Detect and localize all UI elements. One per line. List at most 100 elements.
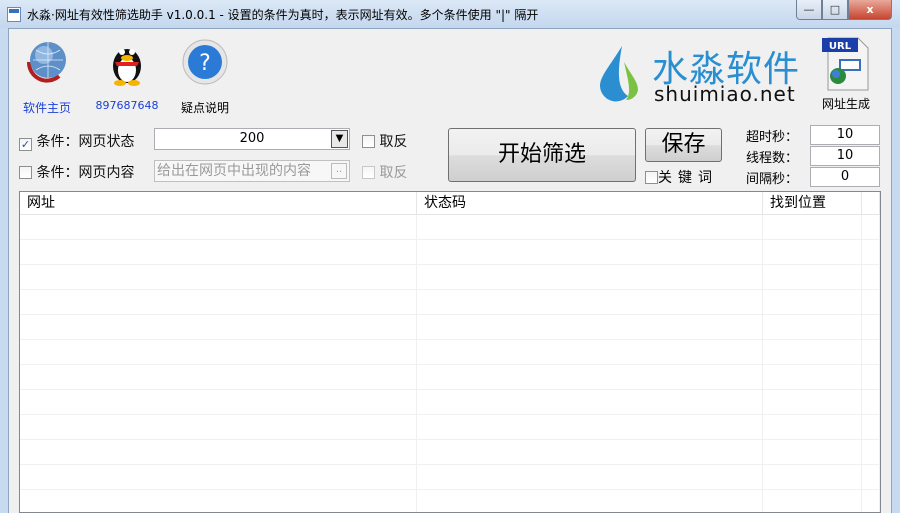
table-cell [763,215,862,239]
table-cell [20,365,417,389]
condition-status-checkbox[interactable]: ✓ 条件：网页状态 [19,131,134,151]
table-row [20,290,880,315]
url-generate-label: 网址生成 [821,97,870,111]
dropdown-arrow-icon[interactable]: ▼ [331,130,348,148]
table-cell [862,365,880,389]
table-cell [20,340,417,364]
qq-button[interactable]: 897687648 [94,38,160,112]
close-button[interactable]: x [848,0,892,20]
interval-input[interactable]: 0 [810,167,880,187]
checkbox[interactable] [362,166,375,179]
window-title: 水淼·网址有效性筛选助手 v1.0.0.1 - 设置的条件为真时，表示网址有效。… [27,8,539,22]
table-cell [417,490,763,512]
results-table[interactable]: 网址 状态码 找到位置 [19,191,881,513]
invert-label: 取反 [379,134,408,150]
content-input[interactable]: 给出在网页中出现的内容 .. [154,160,350,182]
invert-content-checkbox[interactable]: 取反 [362,162,407,182]
table-cell [763,365,862,389]
table-cell [763,290,862,314]
svg-text:URL: URL [829,41,852,52]
table-cell [417,465,763,489]
checkbox[interactable]: ✓ [19,138,32,151]
status-code-value: 200 [239,131,265,146]
help-question-icon: ? [182,39,228,85]
interval-label: 间隔秒： [746,172,799,187]
table-cell [20,465,417,489]
invert-label: 取反 [379,165,408,181]
help-label: 疑点说明 [180,101,229,115]
maximize-button[interactable]: □ [822,0,848,20]
table-cell [417,240,763,264]
content-placeholder: 给出在网页中出现的内容 [157,163,311,179]
water-drop-logo-icon [600,46,638,102]
app-icon [7,7,21,22]
invert-status-checkbox[interactable]: 取反 [362,131,407,151]
table-cell [20,290,417,314]
table-cell [20,415,417,439]
condition-content-checkbox[interactable]: 条件：网页内容 [19,162,134,182]
table-cell [763,440,862,464]
table-row [20,215,880,240]
table-cell [862,215,880,239]
table-cell [862,340,880,364]
table-cell [417,415,763,439]
column-header-position[interactable]: 找到位置 [763,192,862,214]
table-cell [20,490,417,512]
logo-english: shuimiao.net [654,82,796,106]
globe-icon [26,42,66,83]
table-cell [862,490,880,512]
table-cell [20,315,417,339]
timeout-label: 超时秒： [746,130,799,145]
table-row [20,340,880,365]
table-cell [763,340,862,364]
table-header: 网址 状态码 找到位置 [20,192,880,215]
table-cell [417,440,763,464]
table-cell [862,240,880,264]
table-row [20,415,880,440]
table-cell [417,365,763,389]
threads-input[interactable]: 10 [810,146,880,166]
home-button[interactable]: 软件主页 [14,38,80,116]
url-document-icon: URL [822,37,869,91]
minimize-button[interactable]: — [796,0,822,20]
table-cell [862,290,880,314]
home-label: 软件主页 [22,101,71,115]
column-header-filler [862,192,880,214]
timeout-input[interactable]: 10 [810,125,880,145]
keyword-checkbox[interactable]: 关键词 [645,167,718,187]
column-header-url[interactable]: 网址 [20,192,417,214]
keyword-label: 关键词 [658,170,718,186]
checkbox[interactable] [362,135,375,148]
checkbox[interactable] [645,171,658,184]
table-cell [417,265,763,289]
table-row [20,265,880,290]
table-cell [763,465,862,489]
table-cell [417,340,763,364]
column-header-status[interactable]: 状态码 [417,192,763,214]
table-cell [417,390,763,414]
table-row [20,465,880,490]
table-cell [417,315,763,339]
condition-status-label: 条件：网页状态 [36,134,135,150]
table-row [20,365,880,390]
browse-button[interactable]: .. [331,163,347,179]
table-cell [763,315,862,339]
save-button[interactable]: 保存 [645,128,722,162]
table-cell [862,415,880,439]
table-cell [763,240,862,264]
help-button[interactable]: ? 疑点说明 [172,38,238,116]
checkbox[interactable] [19,166,32,179]
table-cell [763,415,862,439]
table-cell [862,315,880,339]
table-cell [862,390,880,414]
qq-penguin-icon [113,49,141,86]
title-bar: 水淼·网址有效性筛选助手 v1.0.0.1 - 设置的条件为真时，表示网址有效。… [0,0,900,28]
table-row [20,315,880,340]
table-row [20,390,880,415]
url-generate-button[interactable]: URL 网址生成 [816,36,876,112]
table-cell [763,490,862,512]
status-code-select[interactable]: 200 ▼ [154,128,350,150]
table-cell [417,290,763,314]
condition-content-label: 条件：网页内容 [36,165,135,181]
start-filter-button[interactable]: 开始筛选 [448,128,636,182]
